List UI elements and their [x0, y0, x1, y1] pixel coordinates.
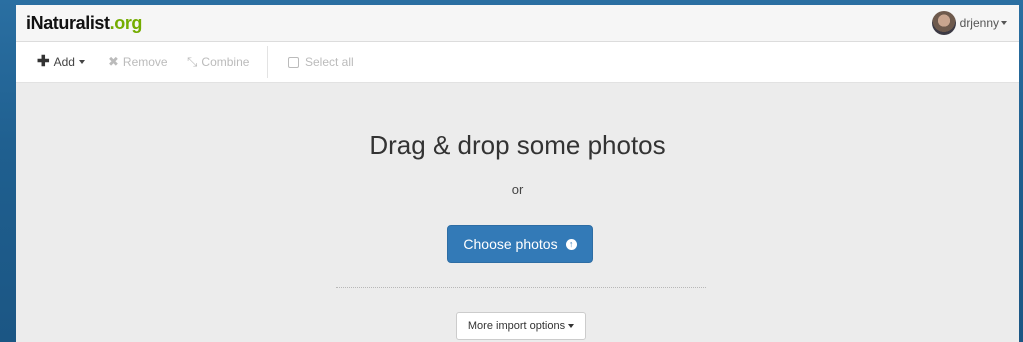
choose-photos-label: Choose photos — [463, 236, 558, 252]
select-all-label: Select all — [305, 55, 354, 69]
combine-button-label: Combine — [201, 55, 250, 69]
toolbar-divider — [267, 46, 268, 78]
more-import-options-label: More import options — [467, 320, 566, 332]
logo-name: iNaturalist — [26, 13, 110, 33]
more-import-options-button[interactable]: More import options — [456, 312, 586, 340]
compress-icon: ⤡ — [187, 54, 198, 69]
upload-icon: ↑ — [565, 238, 577, 250]
dropzone-divider — [336, 287, 706, 288]
dropzone-title: Drag & drop some photos — [369, 130, 666, 160]
x-icon: ✖ — [108, 54, 119, 69]
upload-toolbar: ✚ Add ✖ Remove ⤡ Combine Select all — [16, 42, 1019, 83]
remove-button[interactable]: ✖ Remove — [108, 55, 168, 69]
remove-button-label: Remove — [122, 55, 168, 69]
chevron-down-icon — [78, 60, 85, 64]
app-window: iNaturalist.org drjenny ✚ Add ✖ Remove ⤡… — [16, 5, 1019, 342]
site-logo[interactable]: iNaturalist.org — [26, 13, 142, 33]
dropzone-or-text: or — [511, 182, 524, 197]
photo-dropzone[interactable]: Drag & drop some photos or Choose photos… — [16, 83, 1019, 342]
avatar — [931, 11, 956, 35]
user-menu[interactable]: drjenny — [931, 10, 1007, 36]
top-navbar: iNaturalist.org drjenny — [16, 5, 1019, 42]
username: drjenny — [959, 16, 999, 30]
checkbox-icon — [288, 56, 299, 68]
select-all-checkbox[interactable]: Select all — [288, 55, 354, 69]
plus-icon: ✚ — [37, 53, 50, 70]
chevron-down-icon — [568, 324, 575, 328]
logo-domain: .org — [109, 13, 143, 33]
combine-button[interactable]: ⤡ Combine — [187, 55, 249, 69]
choose-photos-button[interactable]: Choose photos ↑ — [447, 225, 593, 263]
add-button[interactable]: ✚ Add — [37, 53, 85, 70]
chevron-down-icon — [1001, 21, 1007, 25]
add-button-label: Add — [53, 55, 75, 69]
